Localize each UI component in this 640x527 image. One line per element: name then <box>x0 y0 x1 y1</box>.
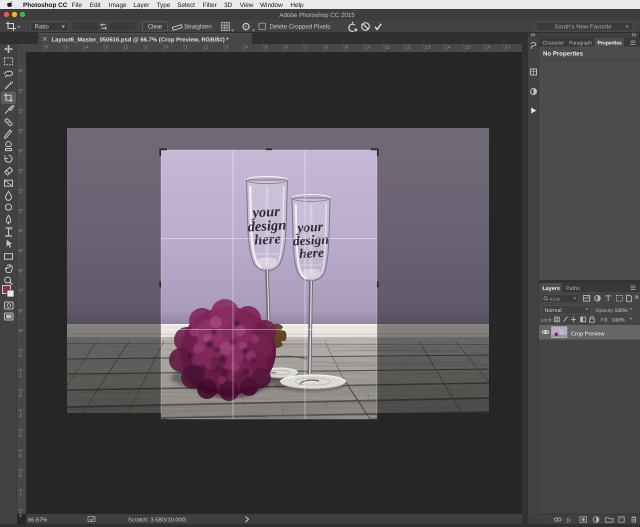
svg-text:Opacity:: Opacity: <box>596 308 615 314</box>
svg-text:Straighten: Straighten <box>184 23 212 30</box>
svg-text:Normal: Normal <box>545 308 562 314</box>
svg-text:fx: fx <box>567 517 572 524</box>
svg-text:10: 10 <box>366 45 371 50</box>
svg-text:No Properties: No Properties <box>543 51 584 58</box>
svg-text:Ratio: Ratio <box>35 23 50 30</box>
svg-text:Crop Preview: Crop Preview <box>571 330 606 337</box>
svg-text:Adobe Photoshop CC 2015: Adobe Photoshop CC 2015 <box>279 12 355 19</box>
svg-text:Help: Help <box>290 2 304 9</box>
svg-text:Clear: Clear <box>148 23 163 30</box>
svg-text:Properties: Properties <box>598 40 622 46</box>
svg-text:Character: Character <box>543 40 565 46</box>
svg-text:Window: Window <box>260 2 283 9</box>
svg-text:Filter: Filter <box>203 2 218 9</box>
svg-text:100%: 100% <box>615 308 628 314</box>
svg-text:14: 14 <box>446 45 451 50</box>
svg-text:Edit: Edit <box>90 2 101 9</box>
svg-text:3D: 3D <box>224 2 233 9</box>
svg-text:Paragraph: Paragraph <box>569 40 592 46</box>
svg-text:Fill:: Fill: <box>601 318 609 324</box>
svg-text:View: View <box>240 2 254 9</box>
svg-text:Type: Type <box>157 2 171 9</box>
svg-text:Paths: Paths <box>566 286 580 292</box>
svg-text:Sarah's New Favorite: Sarah's New Favorite <box>554 24 612 31</box>
svg-text:here: here <box>254 231 282 248</box>
svg-text:Photoshop CC: Photoshop CC <box>23 2 68 9</box>
svg-text:Select: Select <box>177 2 195 9</box>
svg-text:Layer: Layer <box>133 2 150 9</box>
svg-text:Scratch: 3.58G/10.00G: Scratch: 3.58G/10.00G <box>128 516 186 523</box>
svg-text:Delete Cropped Pixels: Delete Cropped Pixels <box>270 23 331 30</box>
svg-text:11: 11 <box>386 45 391 50</box>
svg-text:17: 17 <box>506 45 511 50</box>
svg-text:here: here <box>299 245 325 261</box>
svg-text:Lock:: Lock: <box>541 318 553 324</box>
svg-text:Layout6_Master_050616.psd @ 66: Layout6_Master_050616.psd @ 66.7% (Crop … <box>52 36 230 43</box>
svg-text:15: 15 <box>466 45 471 50</box>
svg-text:66.67%: 66.67% <box>28 517 47 523</box>
svg-text:100%: 100% <box>612 318 625 324</box>
svg-text:Kind: Kind <box>550 297 560 303</box>
svg-text:12: 12 <box>406 45 411 50</box>
svg-text:Image: Image <box>109 2 127 9</box>
svg-text:16: 16 <box>486 45 491 50</box>
svg-text:Layers: Layers <box>543 286 560 292</box>
svg-text:13: 13 <box>426 45 431 50</box>
svg-text:File: File <box>72 2 83 9</box>
